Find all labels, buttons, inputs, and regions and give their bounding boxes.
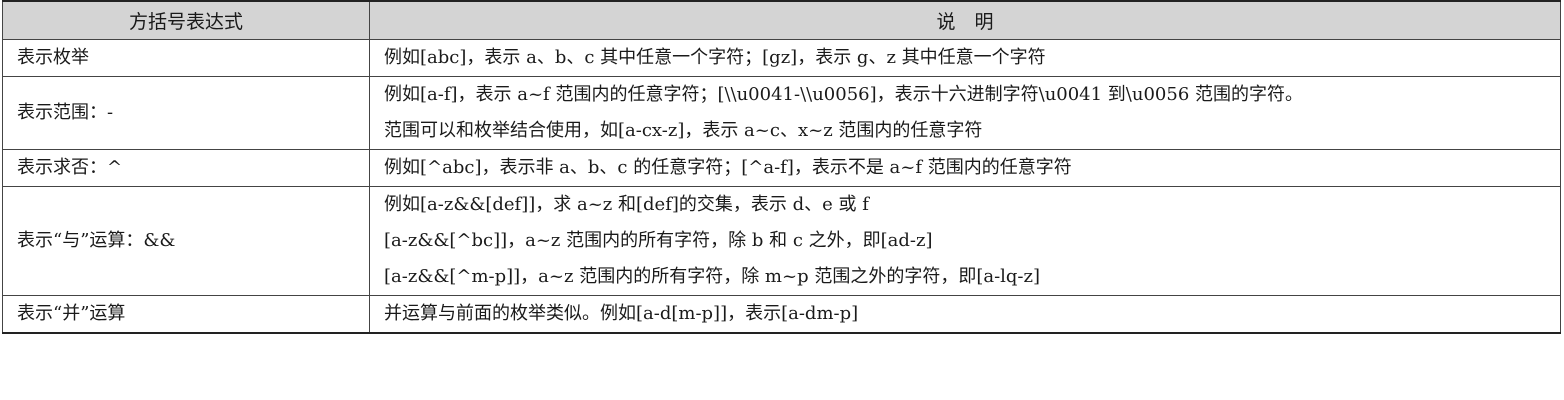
row-union-expr: 表示“并”运算 [2, 295, 370, 334]
table-row: 表示“并”运算 并运算与前面的枚举类似。例如[a-d[m-p]]，表示[a-dm… [2, 295, 1561, 334]
header-expression: 方括号表达式 [2, 0, 370, 40]
row-range-desc: 例如[a-f]，表示 a~f 范围内的任意字符；[\\u0041-\\u0056… [369, 76, 1561, 150]
desc-line: [a-z&&[^m-p]]，a~z 范围内的所有字符，除 m~p 范围之外的字符… [384, 266, 1041, 287]
table-row: 表示枚举 例如[abc]，表示 a、b、c 其中任意一个字符；[gz]，表示 g… [2, 39, 1561, 77]
row-and-desc: 例如[a-z&&[def]]，求 a~z 和[def]的交集，表示 d、e 或 … [369, 186, 1561, 296]
row-range-expr: 表示范围：- [2, 76, 370, 150]
desc-line: 例如[a-z&&[def]]，求 a~z 和[def]的交集，表示 d、e 或 … [384, 194, 869, 215]
desc-line: 例如[a-f]，表示 a~f 范围内的任意字符；[\\u0041-\\u0056… [384, 84, 1303, 105]
header-row: 方括号表达式 说 明 [2, 0, 1561, 40]
table-row: 表示“与”运算：&& 例如[a-z&&[def]]，求 a~z 和[def]的交… [2, 186, 1561, 296]
row-and-expr: 表示“与”运算：&& [2, 186, 370, 296]
row-negation-desc: 例如[^abc]，表示非 a、b、c 的任意字符；[^a-f]，表示不是 a~f… [369, 149, 1561, 187]
desc-line: 范围可以和枚举结合使用，如[a-cx-z]，表示 a~c、x~z 范围内的任意字… [384, 120, 983, 141]
desc-line: 并运算与前面的枚举类似。例如[a-d[m-p]]，表示[a-dm-p] [384, 303, 859, 324]
table-row: 表示范围：- 例如[a-f]，表示 a~f 范围内的任意字符；[\\u0041-… [2, 76, 1561, 150]
desc-line: 例如[^abc]，表示非 a、b、c 的任意字符；[^a-f]，表示不是 a~f… [384, 157, 1072, 178]
row-negation-expr: 表示求否：^ [2, 149, 370, 187]
regex-bracket-table: 方括号表达式 说 明 表示枚举 例如[abc]，表示 a、b、c 其中任意一个字… [2, 0, 1561, 334]
row-enumeration-desc: 例如[abc]，表示 a、b、c 其中任意一个字符；[gz]，表示 g、z 其中… [369, 39, 1561, 77]
row-union-desc: 并运算与前面的枚举类似。例如[a-d[m-p]]，表示[a-dm-p] [369, 295, 1561, 334]
table-row: 表示求否：^ 例如[^abc]，表示非 a、b、c 的任意字符；[^a-f]，表… [2, 149, 1561, 187]
row-enumeration-expr: 表示枚举 [2, 39, 370, 77]
desc-line: [a-z&&[^bc]]，a~z 范围内的所有字符，除 b 和 c 之外，即[a… [384, 230, 933, 251]
desc-line: 例如[abc]，表示 a、b、c 其中任意一个字符；[gz]，表示 g、z 其中… [384, 47, 1046, 68]
header-description: 说 明 [369, 0, 1561, 40]
